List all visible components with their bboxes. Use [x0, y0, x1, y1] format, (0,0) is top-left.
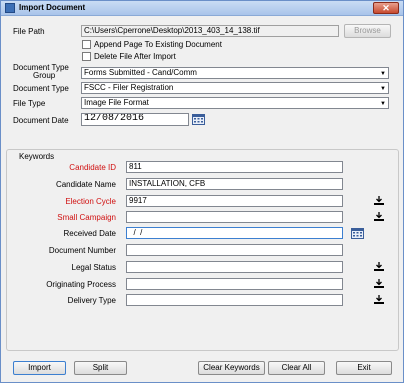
- clear-keywords-button[interactable]: Clear Keywords: [198, 361, 265, 375]
- delete-file-checkbox[interactable]: [82, 52, 91, 61]
- candidate-name-field[interactable]: INSTALLATION, CFB: [126, 178, 343, 190]
- election-cycle-label: Election Cycle: [65, 197, 116, 206]
- small-campaign-field[interactable]: [126, 211, 343, 223]
- download-icon[interactable]: [372, 261, 386, 272]
- election-cycle-field[interactable]: 9917: [126, 195, 343, 207]
- file-type-select[interactable]: Image File Format ▼: [81, 97, 389, 109]
- download-icon[interactable]: [372, 195, 386, 206]
- document-type-label: Document Type: [13, 84, 69, 93]
- legal-status-field[interactable]: [126, 261, 343, 273]
- chevron-down-icon: ▼: [380, 101, 386, 107]
- download-icon[interactable]: [372, 278, 386, 289]
- browse-button[interactable]: Browse: [344, 24, 391, 38]
- received-date-label: Received Date: [63, 229, 116, 238]
- exit-button[interactable]: Exit: [336, 361, 392, 375]
- legal-status-label: Legal Status: [71, 263, 116, 272]
- document-type-group-label-line2: Group: [33, 71, 56, 80]
- delete-file-label: Delete File After Import: [94, 52, 176, 61]
- candidate-id-field[interactable]: 811: [126, 161, 343, 173]
- file-path-field[interactable]: C:\Users\Cperrone\Desktop\2013_403_14_13…: [81, 25, 339, 37]
- download-icon[interactable]: [372, 211, 386, 222]
- document-number-label: Document Number: [48, 246, 116, 255]
- clear-all-button[interactable]: Clear All: [268, 361, 325, 375]
- append-page-checkbox[interactable]: [82, 40, 91, 49]
- split-button[interactable]: Split: [74, 361, 127, 375]
- import-document-window: Import Document ✕ File Path C:\Users\Cpe…: [0, 0, 404, 383]
- keywords-legend: Keywords: [19, 152, 55, 161]
- app-icon: [5, 3, 15, 13]
- delivery-type-field[interactable]: [126, 294, 343, 306]
- download-icon[interactable]: [372, 294, 386, 305]
- chevron-down-icon: ▼: [380, 71, 386, 77]
- close-button[interactable]: ✕: [373, 2, 399, 14]
- originating-process-label: Originating Process: [46, 280, 116, 289]
- document-date-label: Document Date: [13, 116, 69, 125]
- delivery-type-label: Delivery Type: [67, 296, 116, 305]
- chevron-down-icon: ▼: [380, 86, 386, 92]
- document-type-group-select[interactable]: Forms Submitted - Cand/Comm ▼: [81, 67, 389, 79]
- document-type-group-value: Forms Submitted - Cand/Comm: [84, 68, 197, 77]
- document-number-field[interactable]: [126, 244, 343, 256]
- candidate-id-label: Candidate ID: [69, 163, 116, 172]
- file-type-value: Image File Format: [84, 98, 149, 107]
- import-button[interactable]: Import: [13, 361, 66, 375]
- window-title: Import Document: [19, 3, 86, 12]
- file-type-label: File Type: [13, 99, 46, 108]
- document-type-select[interactable]: FSCC - Filer Registration ▼: [81, 82, 389, 94]
- title-bar: Import Document ✕: [1, 1, 403, 16]
- calendar-icon[interactable]: [351, 228, 364, 239]
- append-page-label: Append Page To Existing Document: [94, 40, 222, 49]
- calendar-icon[interactable]: [192, 114, 205, 125]
- document-date-field[interactable]: 12/08/2016: [81, 113, 189, 126]
- document-type-value: FSCC - Filer Registration: [84, 83, 174, 92]
- candidate-name-label: Candidate Name: [55, 180, 116, 189]
- file-path-label: File Path: [13, 27, 45, 36]
- received-date-field[interactable]: / /: [126, 227, 343, 239]
- originating-process-field[interactable]: [126, 278, 343, 290]
- small-campaign-label: Small Campaign: [57, 213, 116, 222]
